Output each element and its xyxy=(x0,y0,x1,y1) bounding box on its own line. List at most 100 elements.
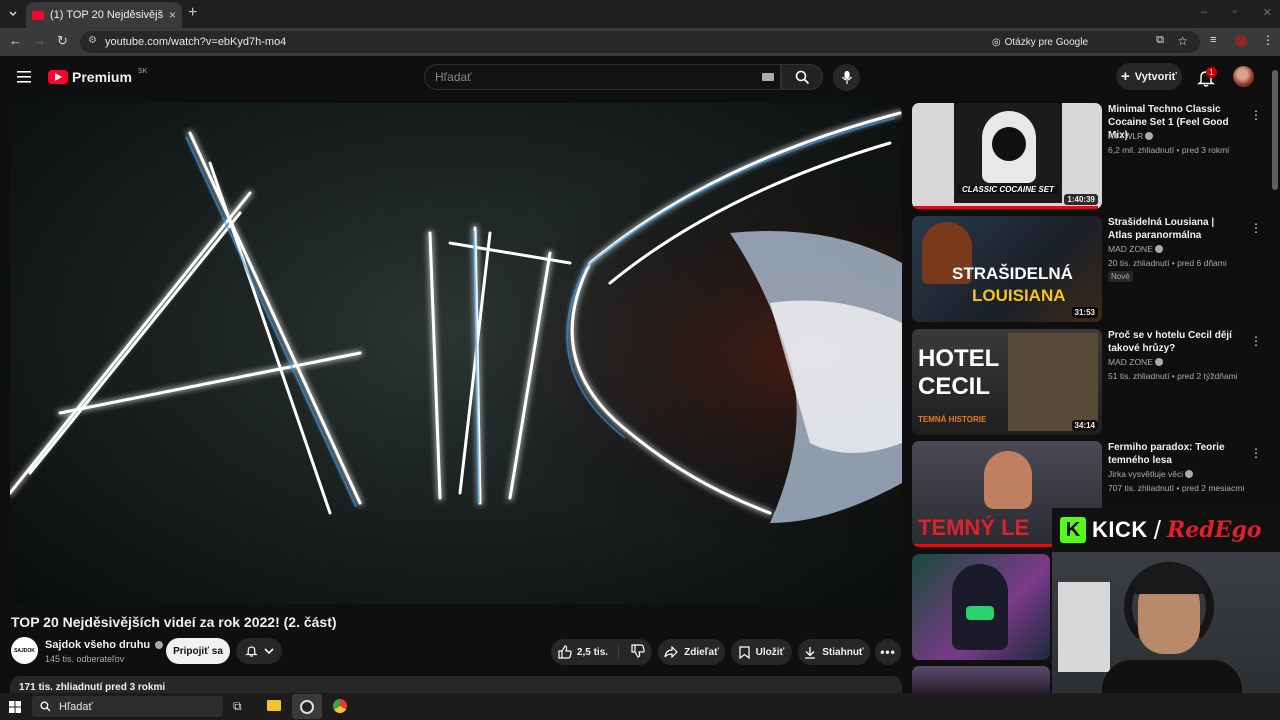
more-vertical-icon[interactable]: ⋮ xyxy=(1250,446,1262,460)
youtube-favicon-icon xyxy=(32,10,44,20)
window-controls: – ▫ ✕ xyxy=(1201,6,1272,19)
recommendation-item[interactable]: STRAŠIDELNÁ LOUISIANA 31:53 Strašidelná … xyxy=(912,216,1262,324)
youtube-premium-logo[interactable]: Premium SK xyxy=(48,67,148,85)
site-info-icon[interactable]: ⚙ xyxy=(88,35,97,46)
new-tab-button[interactable]: + xyxy=(188,4,197,22)
thumbnail-text: CLASSIC COCAINE SET xyxy=(958,185,1058,194)
person-graphic xyxy=(984,451,1032,509)
chrome-icon[interactable] xyxy=(333,699,347,713)
description-meta: 171 tis. zhliadnutí pred 3 rokmi xyxy=(19,682,166,693)
channel-name-text: Sajdok všeho druhu xyxy=(45,639,151,651)
keyboard-icon[interactable] xyxy=(762,73,774,81)
hamburger-menu-icon[interactable] xyxy=(17,71,31,83)
minimize-icon[interactable]: – xyxy=(1201,6,1207,19)
download-button[interactable]: Stiahnuť xyxy=(798,639,870,665)
obs-logo-icon xyxy=(300,699,314,714)
recommendation-item[interactable]: CLASSIC COCAINE SET 1:40:39 Minimal Tech… xyxy=(912,103,1262,211)
plus-icon: + xyxy=(1121,68,1130,85)
bookmark-star-icon[interactable]: ☆ xyxy=(1177,34,1188,48)
stream-overlay-banner: K KICK / RedEgo xyxy=(1052,508,1280,552)
browser-toolbar: ← → ↻ ⚙ youtube.com/watch?v=ebKyd7h-mo4 … xyxy=(0,28,1280,56)
microphone-icon xyxy=(841,71,852,84)
reading-list-icon[interactable]: ≡ xyxy=(1210,34,1216,46)
account-avatar[interactable] xyxy=(1233,66,1254,87)
install-app-icon[interactable]: ⧉ xyxy=(1156,34,1164,47)
video-title: TOP 20 Nejděsivějších videí za rok 2022!… xyxy=(11,614,337,630)
google-questions-button[interactable]: ◎ Otázky pre Google xyxy=(992,31,1088,53)
file-explorer-icon[interactable] xyxy=(267,700,281,711)
browser-menu-icon[interactable]: ⋮ xyxy=(1262,33,1274,47)
new-badge: Nové xyxy=(1108,271,1133,282)
forward-icon[interactable]: → xyxy=(33,33,46,48)
recommendation-thumbnail[interactable] xyxy=(912,554,1050,660)
more-vertical-icon[interactable]: ⋮ xyxy=(1250,334,1262,348)
reload-icon[interactable]: ↻ xyxy=(57,33,68,49)
more-vertical-icon[interactable]: ⋮ xyxy=(1250,221,1262,235)
recommendation-channel[interactable]: Jirka vysvětluje věci xyxy=(1108,469,1194,479)
recommendation-thumbnail[interactable]: STRAŠIDELNÁ LOUISIANA 31:53 xyxy=(912,216,1102,322)
create-label: Vytvoriť xyxy=(1134,70,1177,83)
close-tab-icon[interactable]: × xyxy=(169,8,176,22)
tab-list-dropdown[interactable] xyxy=(4,5,22,23)
more-horizontal-icon: ••• xyxy=(880,645,896,659)
voice-search-button[interactable] xyxy=(833,64,860,91)
subscription-bell-button[interactable] xyxy=(236,638,282,664)
kick-label: KICK xyxy=(1092,517,1148,542)
channel-text: RTTWLR xyxy=(1108,131,1144,141)
search-icon xyxy=(795,70,809,84)
channel-text: MAD ZONE xyxy=(1108,244,1153,254)
thumbnail-text-line2: CECIL xyxy=(918,373,990,400)
windows-taskbar: Hľadať ⧉ xyxy=(0,693,1280,720)
maximize-icon[interactable]: ▫ xyxy=(1233,6,1237,19)
channel-avatar[interactable]: SAJDOK xyxy=(11,637,38,664)
close-window-icon[interactable]: ✕ xyxy=(1263,6,1272,19)
recommendation-thumbnail[interactable]: CLASSIC COCAINE SET 1:40:39 xyxy=(912,103,1102,209)
dislike-button[interactable] xyxy=(625,643,645,661)
like-count: 2,5 tis. xyxy=(576,646,609,658)
download-icon xyxy=(805,646,816,659)
channel-name[interactable]: Sajdok všeho druhu xyxy=(45,639,164,651)
recommendation-thumbnail[interactable] xyxy=(912,666,1050,693)
create-button[interactable]: + Vytvoriť xyxy=(1116,63,1182,90)
share-button[interactable]: Zdieľať xyxy=(658,639,725,665)
kick-logo-icon: K xyxy=(1060,517,1086,543)
recommendation-channel[interactable]: MAD ZONE xyxy=(1108,357,1163,367)
thumbs-up-icon xyxy=(558,645,572,659)
google-questions-label: Otázky pre Google xyxy=(1004,36,1088,48)
windows-start-icon[interactable] xyxy=(9,701,21,713)
browser-tab-active[interactable]: (1) TOP 20 Nejděsivějších videí za rok 2… xyxy=(26,2,182,28)
url-text: youtube.com/watch?v=ebKyd7h-mo4 xyxy=(105,36,287,48)
obs-icon[interactable] xyxy=(292,694,322,719)
more-actions-button[interactable]: ••• xyxy=(875,639,901,665)
download-label: Stiahnuť xyxy=(822,646,864,658)
save-button[interactable]: Uložiť xyxy=(731,639,792,665)
search-button[interactable] xyxy=(781,64,823,90)
task-view-icon[interactable]: ⧉ xyxy=(233,699,242,714)
video-player[interactable] xyxy=(10,103,902,604)
search-input[interactable]: Hľadať xyxy=(424,64,781,90)
watch-progress-bar xyxy=(912,206,1099,209)
bell-icon xyxy=(244,646,258,657)
browser-tab-strip: (1) TOP 20 Nejděsivějších videí za rok 2… xyxy=(0,0,1280,28)
recommendation-meta: 20 tis. zhliadnutí • pred 6 dňami xyxy=(1108,258,1227,268)
back-icon[interactable]: ← xyxy=(9,33,22,48)
address-bar[interactable]: ⚙ youtube.com/watch?v=ebKyd7h-mo4 ◎ Otáz… xyxy=(80,31,1200,53)
region-code: SK xyxy=(137,67,148,75)
thumbnail-text-line1: STRAŠIDELNÁ xyxy=(952,264,1073,283)
recommendation-item[interactable]: HOTEL CECIL TEMNÁ HISTORIE 34:14 Proč se… xyxy=(912,329,1262,437)
recommendation-channel[interactable]: MAD ZONE xyxy=(1108,244,1163,254)
profile-icon[interactable] xyxy=(1235,35,1247,47)
verified-icon xyxy=(155,641,164,649)
like-button[interactable]: 2,5 tis. xyxy=(558,645,620,659)
page-scrollbar-thumb[interactable] xyxy=(1272,70,1278,190)
thumbnail-text-line1: HOTEL xyxy=(918,345,1000,372)
join-button[interactable]: Pripojiť sa xyxy=(166,638,230,664)
taskbar-search-input[interactable]: Hľadať xyxy=(32,696,223,717)
thumbnail-text: TEMNÝ LE xyxy=(918,515,1030,540)
recommendation-meta: 6,2 mil. zhliadnutí • pred 3 rokmi xyxy=(1108,145,1230,155)
recommendation-channel[interactable]: RTTWLR xyxy=(1108,131,1154,141)
more-vertical-icon[interactable]: ⋮ xyxy=(1250,108,1262,122)
recommendation-thumbnail[interactable]: HOTEL CECIL TEMNÁ HISTORIE 34:14 xyxy=(912,329,1102,435)
recommendation-title: Strašidelná Lousiana | Atlas paranormáln… xyxy=(1108,217,1215,241)
tab-title: (1) TOP 20 Nejděsivějších videí za rok 2… xyxy=(50,9,163,21)
